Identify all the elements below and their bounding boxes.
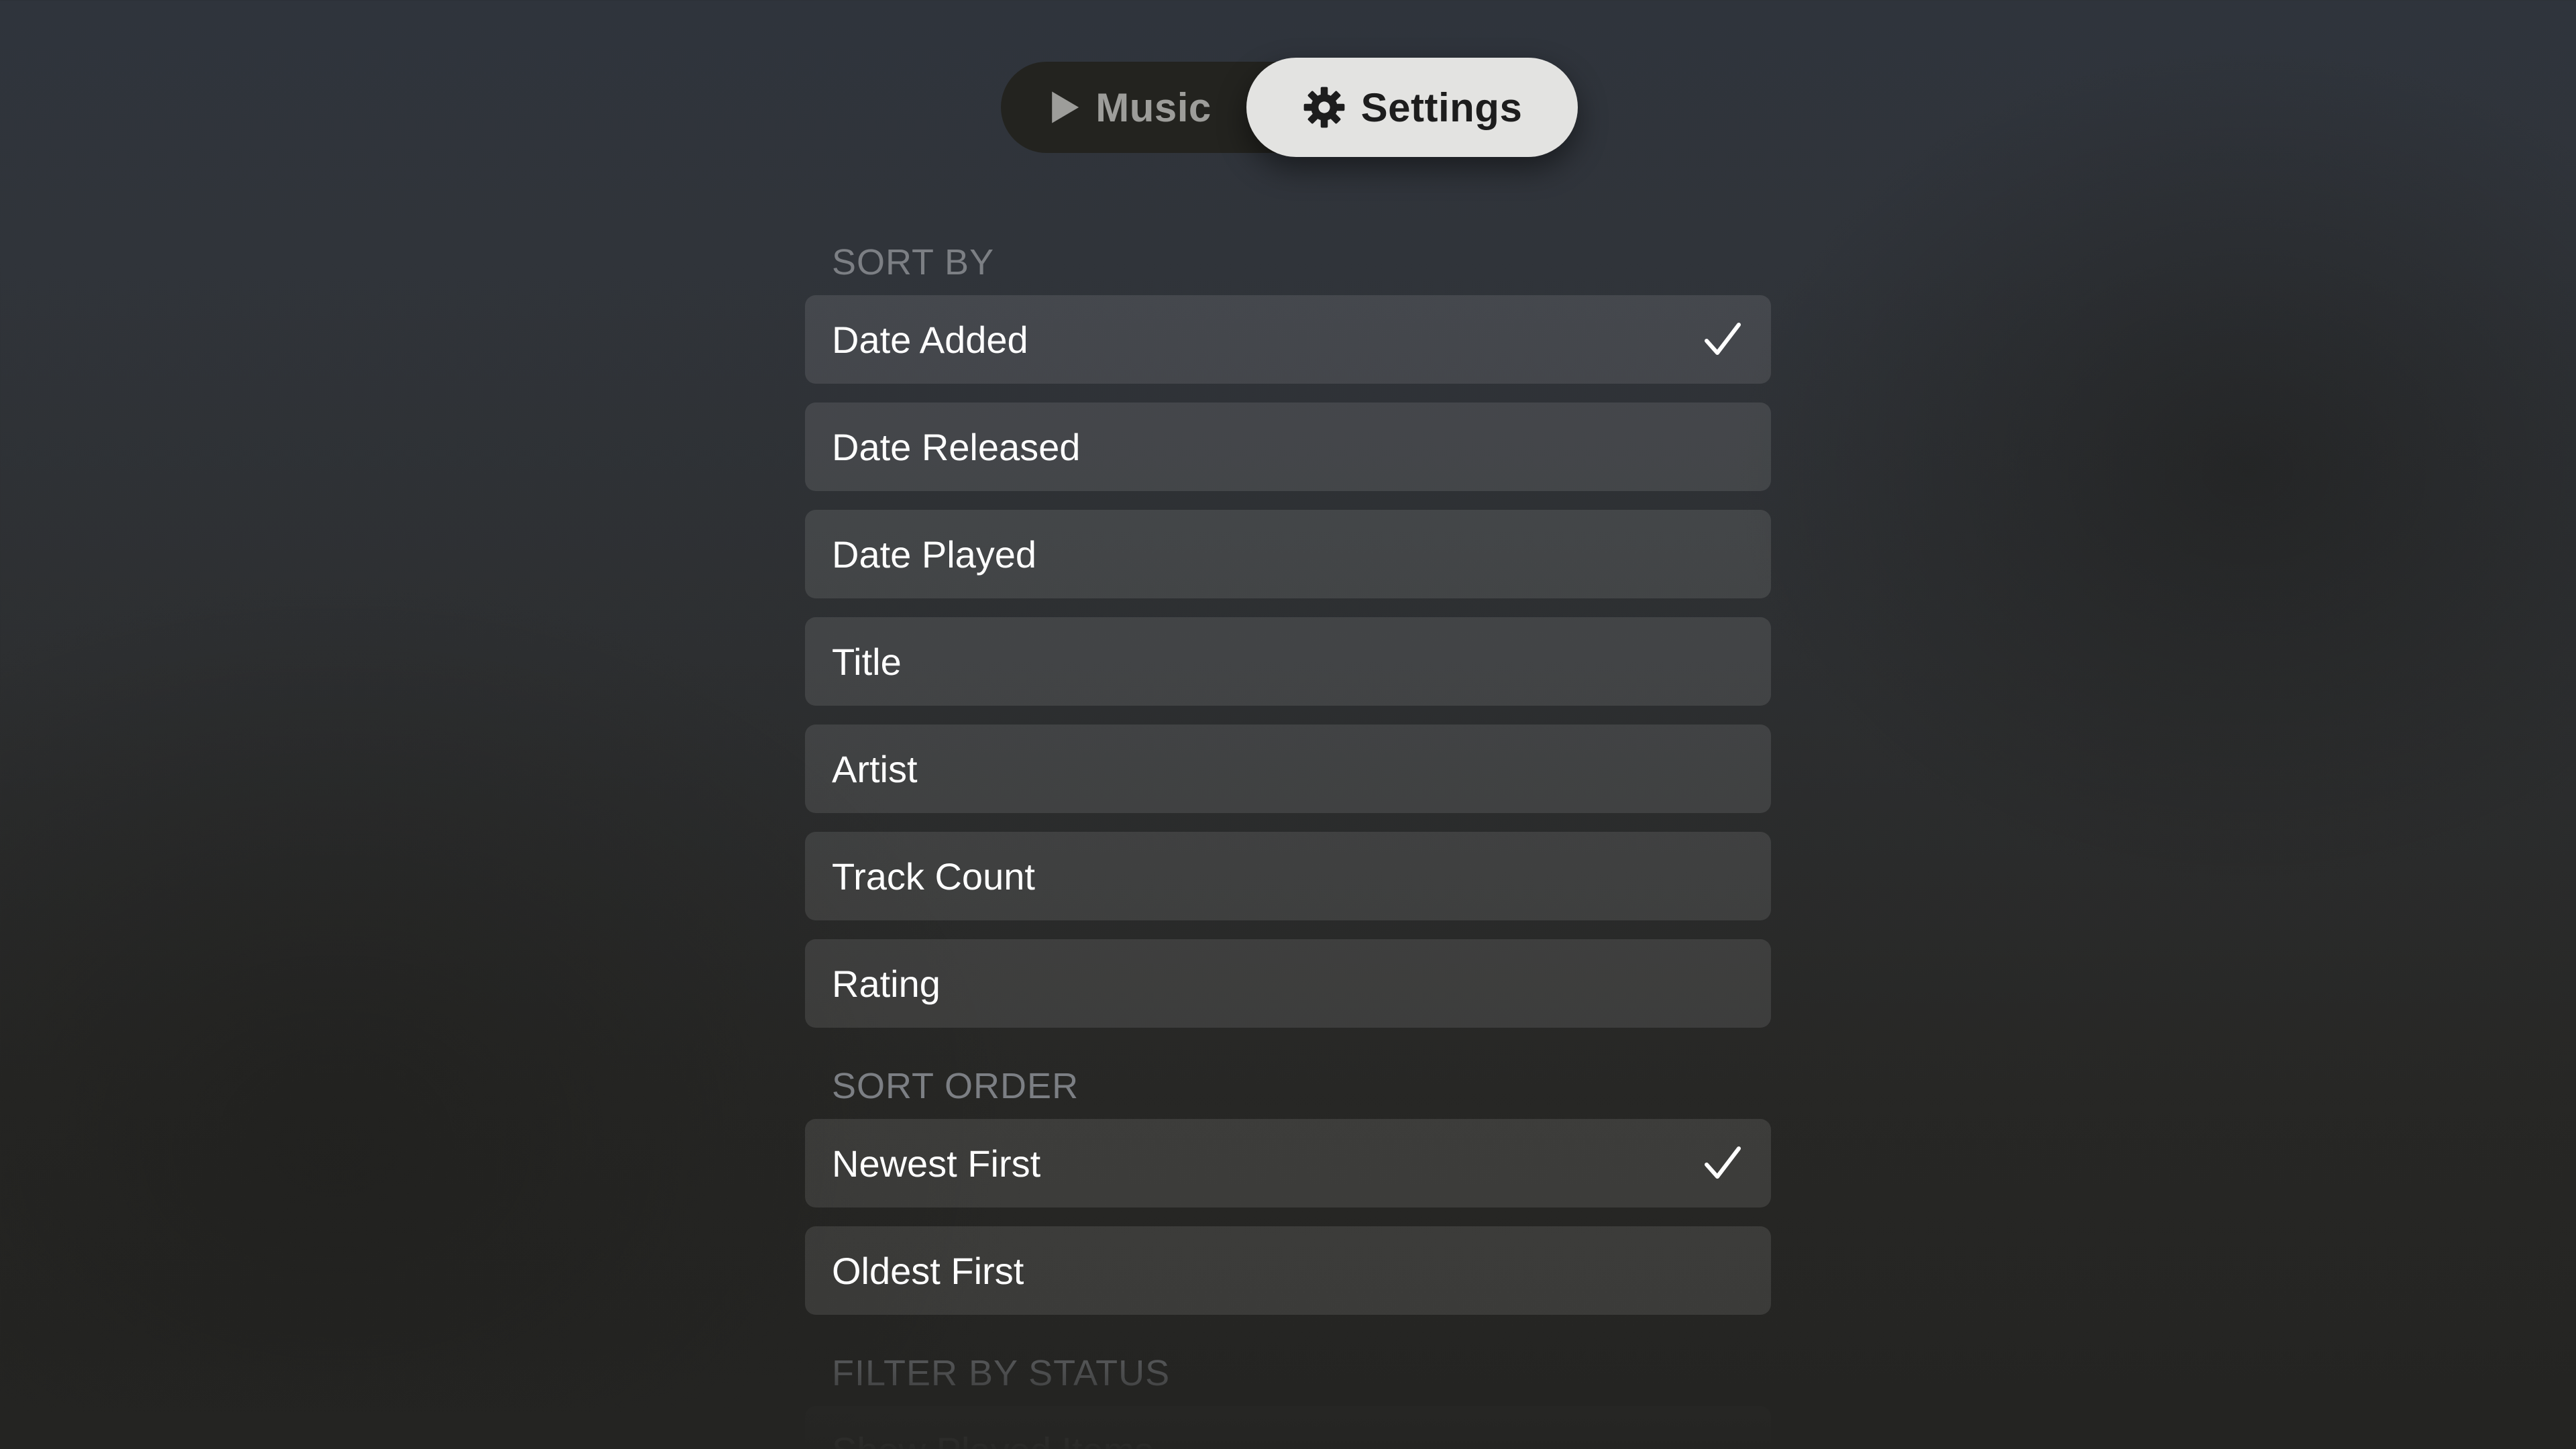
option-label: Title xyxy=(832,640,902,683)
sort-by-option-date-released[interactable]: Date Released xyxy=(805,402,1771,491)
sort-order-option-oldest-first[interactable]: Oldest First xyxy=(805,1226,1771,1315)
checkmark-icon xyxy=(1701,1142,1744,1185)
option-label: Show Played Items xyxy=(832,1429,1744,1449)
option-label: Date Released xyxy=(832,425,1081,468)
section-header-sort-order: SORT ORDER xyxy=(832,1066,1079,1106)
tab-settings[interactable]: Settings xyxy=(1246,58,1578,157)
sort-by-option-date-added[interactable]: Date Added xyxy=(805,295,1771,384)
option-label: Artist xyxy=(832,747,918,790)
sort-by-option-date-played[interactable]: Date Played xyxy=(805,510,1771,598)
tab-music[interactable]: Music xyxy=(1001,62,1259,153)
option-label: Newest First xyxy=(832,1142,1041,1185)
option-label: Date Added xyxy=(832,318,1028,361)
gear-icon xyxy=(1302,85,1346,129)
sort-order-option-newest-first[interactable]: Newest First xyxy=(805,1119,1771,1208)
sort-by-option-rating[interactable]: Rating xyxy=(805,939,1771,1028)
play-icon xyxy=(1049,89,1081,125)
sort-by-option-artist[interactable]: Artist xyxy=(805,724,1771,813)
option-label: Rating xyxy=(832,962,941,1005)
option-label: Oldest First xyxy=(832,1249,1024,1292)
section-header-filter-by-status: FILTER BY STATUS xyxy=(832,1353,1171,1393)
tab-music-label: Music xyxy=(1095,85,1212,130)
filter-option-show-played-items[interactable]: Show Played Items xyxy=(805,1406,1771,1449)
option-label: Date Played xyxy=(832,533,1037,576)
top-tab-bar: Music Settings xyxy=(1001,58,1578,157)
tab-settings-label: Settings xyxy=(1360,85,1523,130)
sort-by-option-title[interactable]: Title xyxy=(805,617,1771,706)
option-label: Track Count xyxy=(832,855,1035,898)
sort-by-option-track-count[interactable]: Track Count xyxy=(805,832,1771,920)
section-header-sort-by: SORT BY xyxy=(832,242,995,282)
checkmark-icon xyxy=(1701,318,1744,361)
